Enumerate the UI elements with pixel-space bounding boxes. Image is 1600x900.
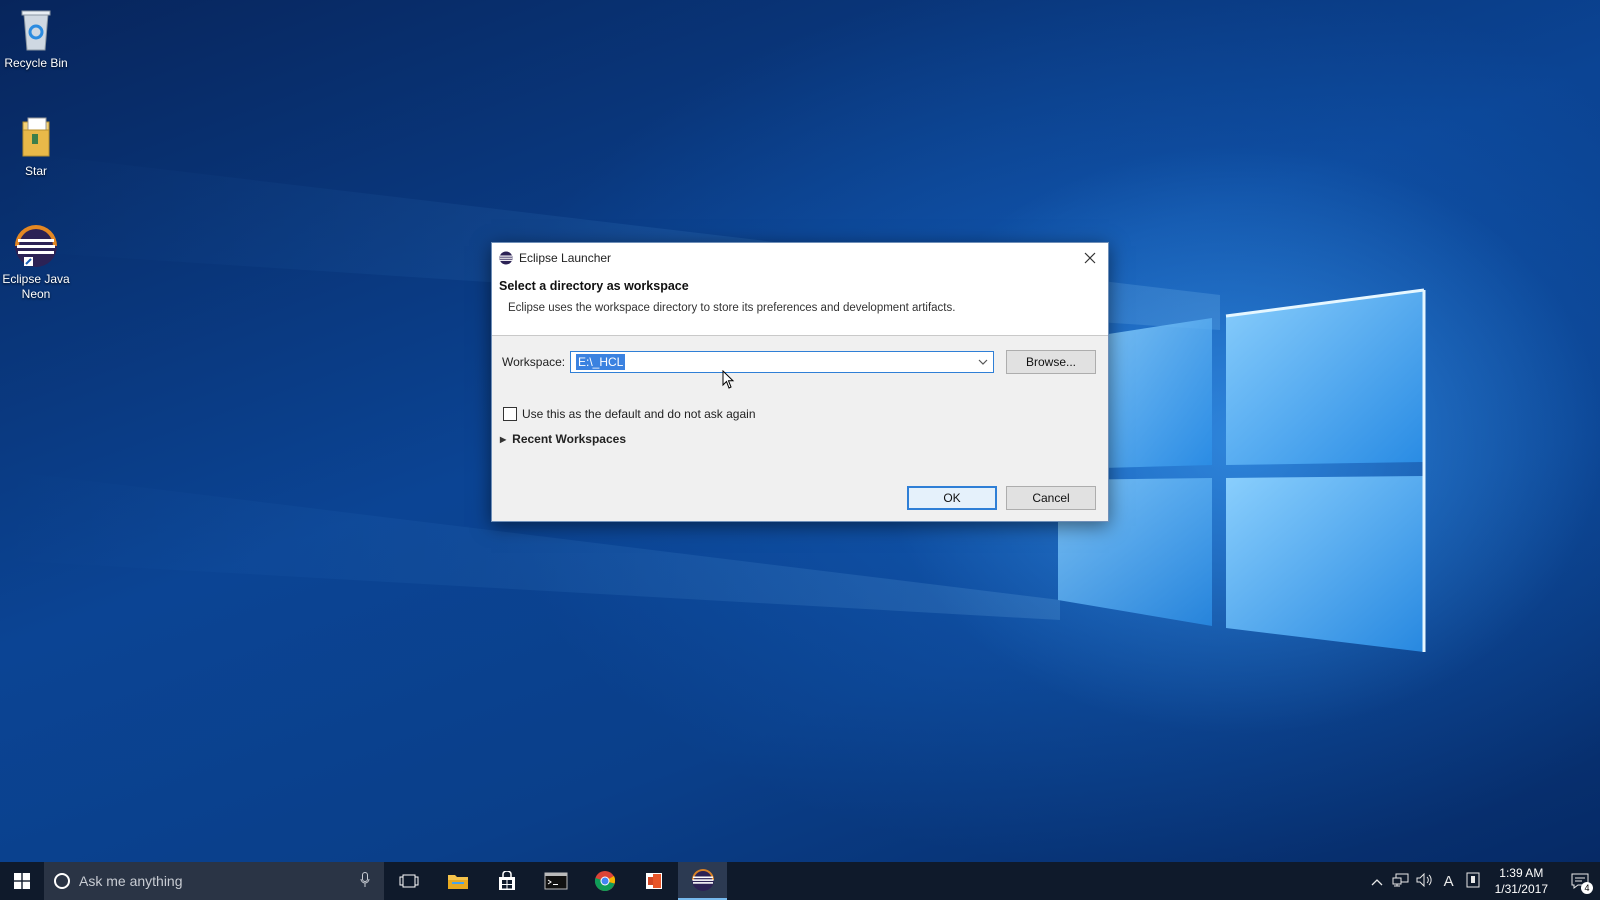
close-button[interactable] xyxy=(1072,243,1108,273)
search-placeholder: Ask me anything xyxy=(79,873,183,889)
notification-count-badge: 4 xyxy=(1581,882,1593,894)
office-icon xyxy=(645,873,662,889)
chevron-down-icon[interactable] xyxy=(975,354,991,370)
cancel-button[interactable]: Cancel xyxy=(1006,486,1096,510)
cortana-icon xyxy=(54,873,70,889)
dialog-heading: Select a directory as workspace xyxy=(499,279,689,293)
network-icon[interactable] xyxy=(1389,873,1413,890)
folder-icon xyxy=(16,116,56,160)
taskbar: Ask me anything A 1:39 AM 1/31/2017 4 xyxy=(0,862,1600,900)
task-view-button[interactable] xyxy=(384,862,433,900)
dialog-titlebar[interactable]: Eclipse Launcher xyxy=(492,243,1108,273)
clock[interactable]: 1:39 AM 1/31/2017 xyxy=(1485,865,1560,897)
volume-icon[interactable] xyxy=(1413,872,1437,890)
task-view-icon xyxy=(399,874,418,888)
dialog-title: Eclipse Launcher xyxy=(519,251,612,265)
office-button[interactable] xyxy=(629,862,678,900)
workspace-row: Workspace: E:\_HCL xyxy=(502,351,994,373)
start-button[interactable] xyxy=(0,862,44,900)
recent-workspaces-label: Recent Workspaces xyxy=(512,432,626,446)
checkbox-label: Use this as the default and do not ask a… xyxy=(522,407,756,421)
dialog-header: Select a directory as workspace Eclipse … xyxy=(492,273,1108,336)
recent-workspaces-toggle[interactable]: ▶ Recent Workspaces xyxy=(500,432,626,446)
file-explorer-button[interactable] xyxy=(433,862,482,900)
input-indicator[interactable]: A xyxy=(1437,873,1461,890)
desktop-icon-recycle-bin[interactable]: Recycle Bin xyxy=(0,8,72,71)
eclipse-icon xyxy=(499,251,513,265)
microphone-icon[interactable] xyxy=(360,871,370,891)
desktop-icon-eclipse-java-neon[interactable]: Eclipse Java Neon xyxy=(0,224,72,302)
eclipse-launcher-dialog: Eclipse Launcher Select a directory as w… xyxy=(491,242,1109,522)
desktop-icon-label: Eclipse Java Neon xyxy=(2,272,70,301)
terminal-button[interactable] xyxy=(531,862,580,900)
workspace-label: Workspace: xyxy=(502,355,566,369)
dialog-description: Eclipse uses the workspace directory to … xyxy=(508,302,956,314)
clock-time: 1:39 AM xyxy=(1499,866,1544,880)
recycle-bin-icon xyxy=(16,8,56,52)
desktop-icon-star[interactable]: Star xyxy=(0,116,72,179)
eclipse-taskbar-button[interactable] xyxy=(678,862,727,900)
show-hidden-icons-chevron-up-icon[interactable] xyxy=(1365,874,1389,889)
mouse-cursor-icon xyxy=(722,370,735,389)
store-icon xyxy=(498,871,515,890)
browse-button[interactable]: Browse... xyxy=(1006,350,1096,374)
store-button[interactable] xyxy=(482,862,531,900)
desktop-icon-label: Star xyxy=(24,164,47,178)
notifications-button[interactable]: 4 xyxy=(1560,862,1600,900)
desktop-icon-label: Recycle Bin xyxy=(4,56,68,70)
workspace-input-value[interactable]: E:\_HCL xyxy=(576,354,626,370)
file-explorer-icon xyxy=(447,875,468,889)
terminal-icon xyxy=(544,872,567,890)
desktop: Recycle Bin Star Eclipse Java Neon Eclip… xyxy=(0,0,1600,862)
expand-triangle-icon: ▶ xyxy=(500,434,507,444)
close-icon xyxy=(1084,252,1096,264)
eclipse-icon xyxy=(691,869,714,891)
eclipse-icon xyxy=(15,224,57,268)
system-tray: A 1:39 AM 1/31/2017 4 xyxy=(1365,862,1600,900)
action-center-shield-icon[interactable] xyxy=(1461,872,1485,891)
chrome-icon xyxy=(594,871,615,891)
default-workspace-checkbox[interactable] xyxy=(503,407,517,421)
chrome-button[interactable] xyxy=(580,862,629,900)
workspace-combobox[interactable]: E:\_HCL xyxy=(570,351,994,373)
cortana-search-box[interactable]: Ask me anything xyxy=(44,862,384,900)
windows-icon xyxy=(14,873,30,889)
clock-date: 1/31/2017 xyxy=(1494,882,1548,896)
default-workspace-checkbox-row[interactable]: Use this as the default and do not ask a… xyxy=(503,407,756,421)
ok-button[interactable]: OK xyxy=(907,486,997,510)
